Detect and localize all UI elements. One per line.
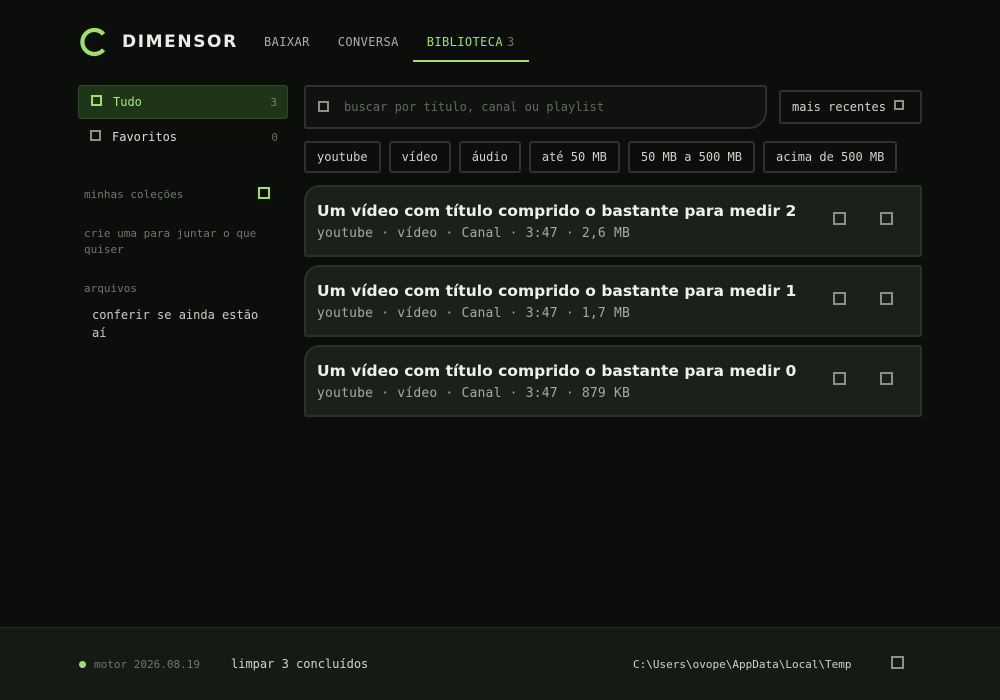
sidebar-item-label: Tudo bbox=[113, 95, 142, 109]
sidebar-item-label: Favoritos bbox=[112, 130, 178, 144]
tab-label: CONVERSA bbox=[337, 35, 399, 49]
video-meta: youtube · vídeo · Canal · 3:47 · 1,7 MB bbox=[317, 306, 631, 321]
download-path: C:\Users\ovope\AppData\Local\Temp bbox=[633, 658, 852, 671]
square-icon bbox=[91, 94, 102, 106]
open-folder-icon[interactable] bbox=[891, 656, 904, 669]
collections-heading: minhas coleções bbox=[84, 188, 184, 201]
video-title: Um vídeo com título comprido o bastante … bbox=[317, 202, 797, 220]
video-card[interactable]: Um vídeo com título comprido o bastante … bbox=[304, 265, 922, 337]
sidebar-item-count: 3 bbox=[270, 95, 277, 109]
files-heading: arquivos bbox=[84, 282, 137, 295]
app-name: DIMENSOR bbox=[122, 32, 238, 52]
more-options-icon[interactable] bbox=[880, 212, 893, 225]
favorite-icon[interactable] bbox=[833, 292, 846, 305]
sort-toggle-icon bbox=[893, 100, 904, 110]
sort-dropdown[interactable]: mais recentes bbox=[779, 90, 922, 124]
filter-chip-audio[interactable]: áudio bbox=[458, 141, 521, 173]
video-title: Um vídeo com título comprido o bastante … bbox=[317, 362, 797, 380]
search-box bbox=[304, 85, 767, 129]
search-icon bbox=[318, 100, 329, 112]
filter-chip-youtube[interactable]: youtube bbox=[304, 141, 381, 173]
filter-chip-video[interactable]: vídeo bbox=[388, 141, 451, 173]
favorite-icon[interactable] bbox=[833, 212, 846, 225]
video-meta: youtube · vídeo · Canal · 3:47 · 879 KB bbox=[317, 386, 631, 401]
video-title: Um vídeo com título comprido o bastante … bbox=[317, 282, 797, 300]
more-options-icon[interactable] bbox=[880, 372, 893, 385]
sidebar-item-tudo[interactable]: Tudo 3 bbox=[78, 85, 288, 119]
square-icon bbox=[90, 129, 101, 141]
tab-label: BAIXAR bbox=[264, 35, 310, 49]
filter-chip-up-to-50mb[interactable]: até 50 MB bbox=[528, 141, 620, 173]
status-dot-icon bbox=[79, 661, 86, 668]
collections-hint: crie uma para juntar o que quiser bbox=[84, 227, 257, 256]
status-bar: motor 2026.08.19 limpar 3 concluídos C:\… bbox=[0, 627, 1000, 700]
app-logo: DIMENSOR bbox=[79, 27, 238, 57]
logo-ring-icon bbox=[80, 27, 106, 57]
main-nav: BAIXAR CONVERSA BIBLIOTECA 3 bbox=[250, 24, 529, 62]
favorite-icon[interactable] bbox=[833, 372, 846, 385]
tab-biblioteca[interactable]: BIBLIOTECA 3 bbox=[412, 24, 529, 62]
sidebar-item-count: 0 bbox=[271, 130, 278, 144]
tab-baixar[interactable]: BAIXAR bbox=[250, 24, 324, 62]
video-card[interactable]: Um vídeo com título comprido o bastante … bbox=[304, 185, 922, 257]
filter-chip-over-500mb[interactable]: acima de 500 MB bbox=[763, 141, 898, 173]
filter-chip-50-500mb[interactable]: 50 MB a 500 MB bbox=[627, 141, 756, 173]
video-card[interactable]: Um vídeo com título comprido o bastante … bbox=[304, 345, 922, 417]
tab-label: BIBLIOTECA bbox=[426, 35, 503, 49]
tab-count-badge: 3 bbox=[507, 35, 515, 49]
add-collection-icon[interactable] bbox=[258, 187, 270, 199]
sort-label: mais recentes bbox=[792, 100, 886, 114]
engine-version: motor 2026.08.19 bbox=[94, 658, 200, 671]
search-input[interactable] bbox=[344, 100, 744, 114]
filter-chips: youtube vídeo áudio até 50 MB 50 MB a 50… bbox=[304, 141, 905, 173]
video-meta: youtube · vídeo · Canal · 3:47 · 2,6 MB bbox=[317, 226, 631, 241]
check-files-link[interactable]: conferir se ainda estão aí bbox=[92, 306, 272, 342]
tab-conversa[interactable]: CONVERSA bbox=[324, 24, 413, 62]
clear-completed-button[interactable]: limpar 3 concluídos bbox=[231, 657, 368, 671]
sidebar-item-favoritos[interactable]: Favoritos 0 bbox=[78, 120, 288, 154]
more-options-icon[interactable] bbox=[880, 292, 893, 305]
